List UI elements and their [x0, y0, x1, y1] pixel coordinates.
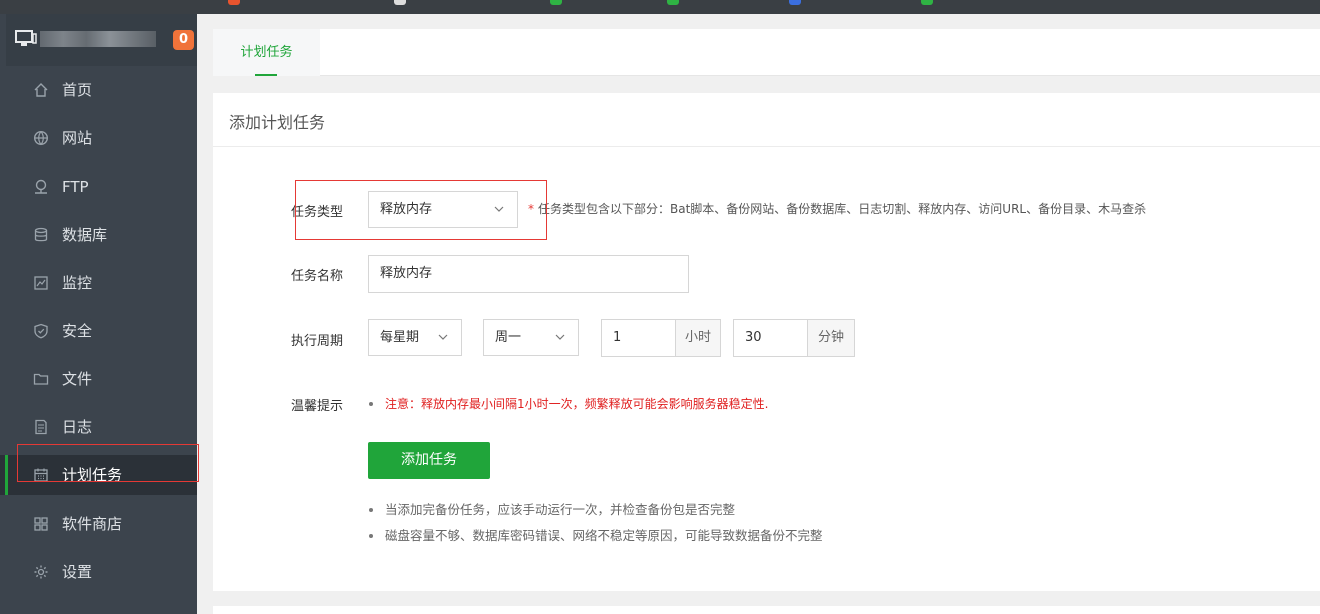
- note-text: 磁盘容量不够、数据库密码错误、网络不稳定等原因，可能导致数据备份不完整: [385, 528, 823, 543]
- sidebar-item-logs[interactable]: 日志: [0, 407, 197, 447]
- period-weekday-value: 周一: [495, 330, 522, 345]
- sidebar-item-files[interactable]: 文件: [0, 359, 197, 399]
- bookmark-favicon-icon[interactable]: [789, 0, 801, 5]
- period-hour-input[interactable]: 1: [601, 319, 676, 357]
- browser-bookmark-strip: [0, 0, 1320, 14]
- bullet: [369, 507, 373, 512]
- shield-icon: [34, 323, 48, 339]
- gear-icon: [34, 565, 48, 579]
- sidebar-item-database[interactable]: 数据库: [0, 215, 197, 255]
- period-minute-input[interactable]: 30: [733, 319, 808, 357]
- sidebar-item-label: 日志: [62, 418, 93, 436]
- monitor-icon: [15, 30, 37, 46]
- tab-cron[interactable]: 计划任务: [213, 29, 320, 76]
- bookmark-favicon-icon[interactable]: [921, 0, 933, 5]
- sidebar-item-home[interactable]: 首页: [0, 70, 197, 110]
- task-name-value: 释放内存: [380, 266, 433, 281]
- bullet: [369, 401, 373, 406]
- home-icon: [34, 83, 48, 97]
- list-item: 当添加完备份任务，应该手动运行一次，并检查备份包是否完整: [369, 501, 823, 527]
- log-icon: [35, 419, 47, 435]
- divider: [213, 146, 1320, 147]
- sidebar-item-label: 监控: [62, 274, 93, 292]
- annotation-highlight-box: [17, 444, 199, 482]
- folder-icon: [33, 373, 49, 385]
- bookmark-favicon-icon[interactable]: [550, 0, 562, 5]
- sidebar-item-ftp[interactable]: FTP: [0, 167, 197, 207]
- period-minute-value: 30: [745, 330, 762, 345]
- task-list-panel: [213, 606, 1320, 614]
- period-frequency-select[interactable]: 每星期: [368, 319, 462, 356]
- sidebar-item-app-store[interactable]: 软件商店: [0, 504, 197, 544]
- add-task-button[interactable]: 添加任务: [368, 442, 490, 479]
- bullet: [369, 533, 373, 538]
- notes-list: 当添加完备份任务，应该手动运行一次，并检查备份包是否完整 磁盘容量不够、数据库密…: [369, 501, 823, 553]
- sidebar-item-label: FTP: [62, 178, 89, 196]
- sidebar-item-security[interactable]: 安全: [0, 311, 197, 351]
- bookmark-favicon-icon[interactable]: [667, 0, 679, 5]
- tab-bar: 计划任务: [213, 29, 1320, 76]
- sidebar-item-label: 文件: [62, 370, 93, 388]
- sidebar-item-label: 安全: [62, 322, 93, 340]
- period-weekday-select[interactable]: 周一: [483, 319, 579, 356]
- ftp-icon: [35, 179, 47, 194]
- server-header[interactable]: 0: [6, 14, 197, 66]
- notification-badge[interactable]: 0: [173, 30, 194, 50]
- chevron-down-icon: [438, 334, 448, 340]
- bookmark-favicon-icon[interactable]: [394, 0, 406, 5]
- server-hostname-redacted: [40, 31, 156, 47]
- sidebar-item-monitor[interactable]: 监控: [0, 263, 197, 303]
- sidebar: 0 首页 网站 FTP 数据库 监控 安全 文件 日志 计划任务 软件商店 设置: [0, 14, 197, 614]
- task-type-hint: * 任务类型包含以下部分：Bat脚本、备份网站、备份数据库、日志切割、释放内存、访…: [528, 200, 1146, 217]
- chevron-down-icon: [555, 334, 565, 340]
- tip-label: 温馨提示: [291, 399, 344, 414]
- database-icon: [34, 227, 48, 242]
- period-frequency-value: 每星期: [380, 330, 420, 345]
- sidebar-item-label: 数据库: [62, 226, 108, 244]
- task-type-hint-text: 任务类型包含以下部分：Bat脚本、备份网站、备份数据库、日志切割、释放内存、访问…: [538, 202, 1147, 216]
- task-name-input[interactable]: 释放内存: [368, 255, 689, 293]
- tip-warning: 注意：释放内存最小间隔1小时一次，频繁释放可能会影响服务器稳定性.: [369, 395, 768, 412]
- monitor-chart-icon: [34, 276, 48, 290]
- note-text: 当添加完备份任务，应该手动运行一次，并检查备份包是否完整: [385, 502, 736, 517]
- sidebar-item-website[interactable]: 网站: [0, 118, 197, 158]
- apps-icon: [34, 517, 48, 531]
- globe-icon: [33, 130, 49, 146]
- sidebar-item-label: 网站: [62, 129, 93, 147]
- period-label: 执行周期: [291, 334, 344, 349]
- annotation-highlight-box: [295, 180, 547, 240]
- period-hour-value: 1: [613, 330, 622, 345]
- tip-warning-text: 注意：释放内存最小间隔1小时一次，频繁释放可能会影响服务器稳定性.: [385, 397, 769, 411]
- minute-unit-addon: 分钟: [808, 319, 855, 357]
- sidebar-item-label: 设置: [62, 563, 93, 581]
- add-cron-panel: 添加计划任务 任务类型 释放内存 * 任务类型包含以下部分：Bat脚本、备份网站、…: [213, 93, 1320, 591]
- bookmark-favicon-icon[interactable]: [228, 0, 240, 5]
- list-item: 磁盘容量不够、数据库密码错误、网络不稳定等原因，可能导致数据备份不完整: [369, 527, 823, 553]
- sidebar-item-settings[interactable]: 设置: [0, 552, 197, 592]
- hour-unit-addon: 小时: [676, 319, 721, 357]
- task-name-label: 任务名称: [291, 269, 344, 284]
- panel-title: 添加计划任务: [229, 113, 326, 132]
- sidebar-item-label: 首页: [62, 81, 93, 99]
- sidebar-item-label: 软件商店: [62, 515, 123, 533]
